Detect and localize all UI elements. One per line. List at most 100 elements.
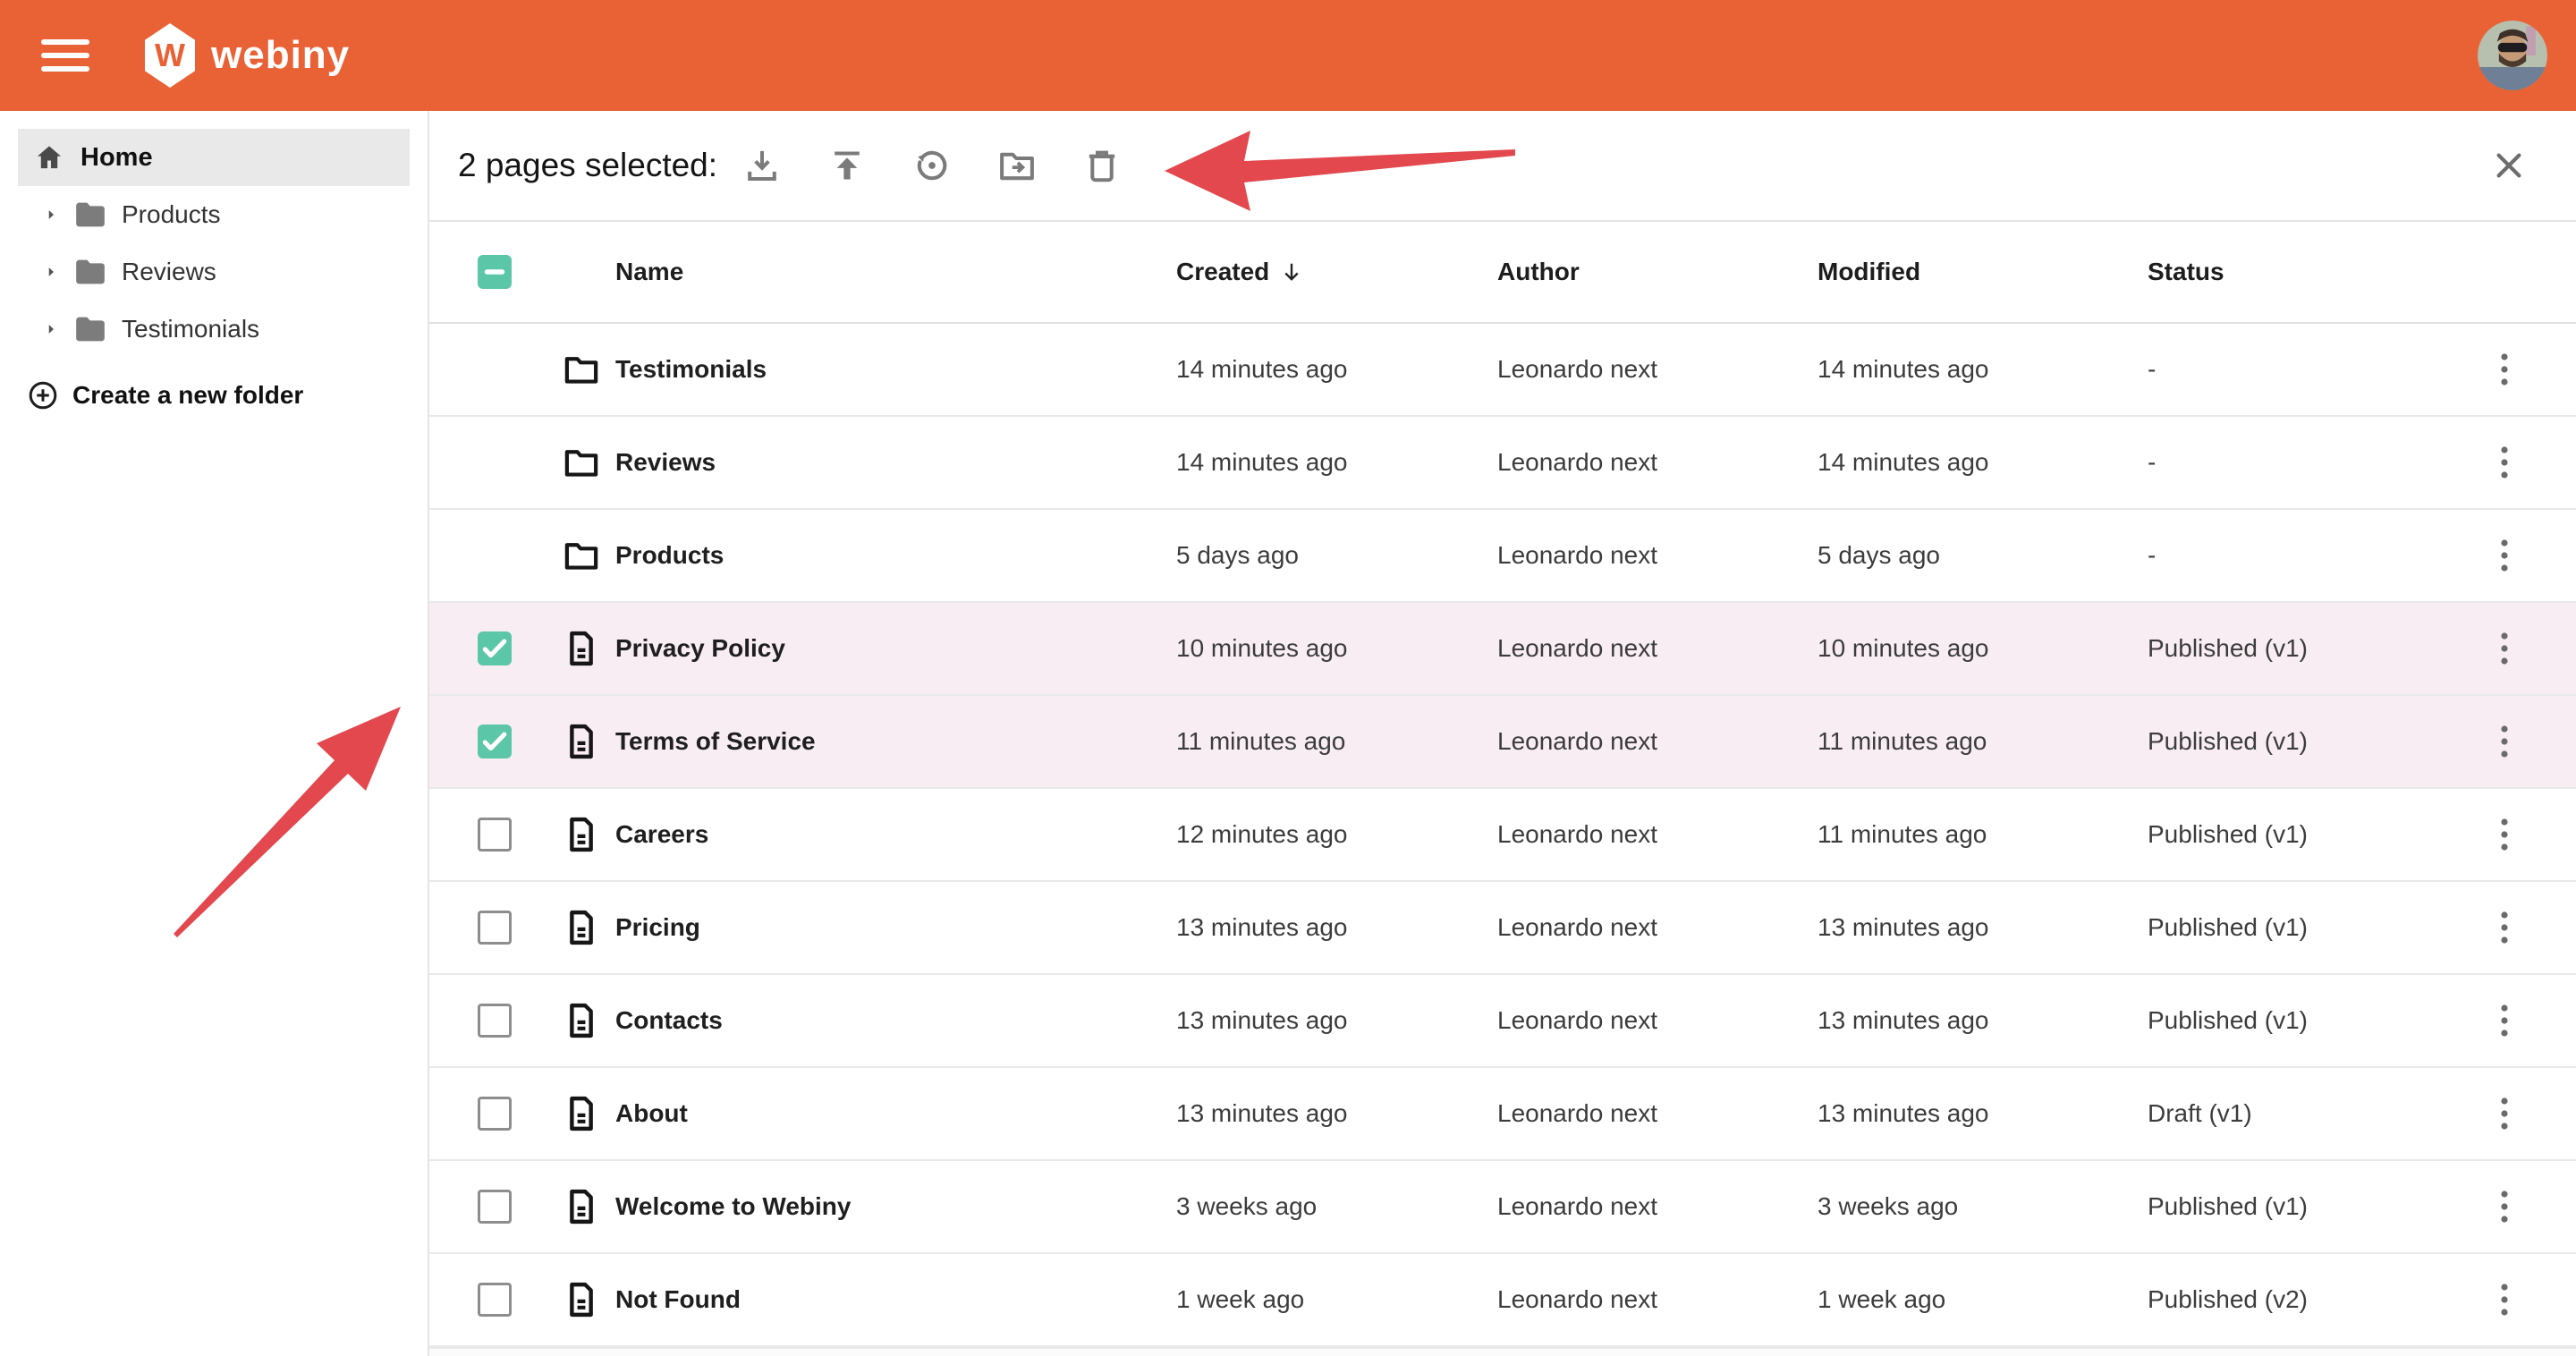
row-menu-button[interactable] — [2483, 1278, 2526, 1321]
row-checkbox[interactable] — [478, 1004, 512, 1038]
row-checkbox[interactable] — [478, 818, 512, 852]
row-checkbox[interactable] — [478, 1283, 512, 1317]
column-header-name[interactable]: Name — [615, 258, 683, 286]
sidebar-home-label: Home — [80, 143, 153, 173]
chevron-right-icon[interactable] — [43, 207, 59, 223]
sidebar-folder-label: Testimonials — [122, 315, 259, 343]
move-to-folder-button[interactable] — [996, 145, 1038, 186]
kebab-menu-icon — [2483, 627, 2526, 670]
table-row[interactable]: Contacts 13 minutes ago Leonardo next 13… — [429, 975, 2576, 1068]
row-status: - — [2148, 448, 2156, 477]
sidebar-item-testimonials[interactable]: Testimonials — [0, 301, 428, 358]
download-button[interactable] — [741, 145, 783, 186]
publish-button[interactable] — [826, 145, 868, 186]
restore-button[interactable] — [911, 145, 953, 186]
folder-icon — [72, 311, 108, 347]
folder-icon — [72, 254, 108, 290]
row-checkbox[interactable] — [478, 1190, 512, 1224]
row-modified: 13 minutes ago — [1818, 1099, 1988, 1128]
row-name[interactable]: Reviews — [615, 448, 716, 477]
table-row[interactable]: Privacy Policy 10 minutes ago Leonardo n… — [429, 603, 2576, 696]
table-row[interactable]: Welcome to Webiny 3 weeks ago Leonardo n… — [429, 1161, 2576, 1254]
close-selection-button[interactable] — [2490, 147, 2528, 184]
row-name[interactable]: Terms of Service — [615, 727, 816, 756]
table-row[interactable]: About 13 minutes ago Leonardo next 13 mi… — [429, 1068, 2576, 1161]
webiny-logo: W webiny — [145, 23, 350, 88]
row-author: Leonardo next — [1497, 1099, 1657, 1128]
table-row[interactable]: Pricing 13 minutes ago Leonardo next 13 … — [429, 882, 2576, 975]
row-checkbox[interactable] — [478, 911, 512, 945]
table-row[interactable]: Not Found 1 week ago Leonardo next 1 wee… — [429, 1254, 2576, 1347]
row-author: Leonardo next — [1497, 727, 1657, 756]
row-checkbox-checked[interactable] — [478, 631, 512, 665]
row-author: Leonardo next — [1497, 820, 1657, 849]
table-row[interactable]: Careers 12 minutes ago Leonardo next 11 … — [429, 789, 2576, 882]
kebab-menu-icon — [2483, 348, 2526, 391]
row-name[interactable]: About — [615, 1099, 688, 1128]
table-row[interactable]: Reviews 14 minutes ago Leonardo next 14 … — [429, 417, 2576, 510]
column-header-created[interactable]: Created — [1176, 258, 1305, 286]
check-icon — [478, 631, 512, 665]
row-created: 1 week ago — [1176, 1285, 1304, 1314]
top-app-bar: W webiny — [0, 0, 2576, 111]
row-modified: 1 week ago — [1818, 1285, 1945, 1314]
page-icon — [562, 722, 601, 761]
column-header-author[interactable]: Author — [1497, 258, 1580, 286]
row-name[interactable]: Not Found — [615, 1285, 741, 1314]
row-checkbox[interactable] — [478, 1097, 512, 1131]
row-menu-button[interactable] — [2483, 720, 2526, 763]
plus-circle-icon — [27, 379, 59, 411]
row-name[interactable]: Products — [615, 541, 724, 570]
create-folder-label: Create a new folder — [72, 381, 303, 410]
row-menu-button[interactable] — [2483, 906, 2526, 949]
select-all-checkbox[interactable] — [478, 255, 512, 289]
sort-desc-icon[interactable] — [1278, 258, 1305, 285]
row-modified: 13 minutes ago — [1818, 913, 1988, 942]
row-menu-button[interactable] — [2483, 441, 2526, 484]
column-header-status[interactable]: Status — [2148, 258, 2224, 286]
table-row[interactable]: Products 5 days ago Leonardo next 5 days… — [429, 510, 2576, 603]
logo-letter: W — [155, 37, 185, 74]
row-menu-button[interactable] — [2483, 627, 2526, 670]
row-modified: 11 minutes ago — [1818, 820, 1987, 849]
row-status: - — [2148, 355, 2156, 384]
row-name[interactable]: Careers — [615, 820, 708, 849]
sidebar-item-home[interactable]: Home — [18, 129, 410, 186]
page-icon — [562, 1094, 601, 1133]
row-name[interactable]: Welcome to Webiny — [615, 1192, 851, 1221]
row-checkbox-checked[interactable] — [478, 725, 512, 759]
user-avatar[interactable] — [2478, 21, 2547, 90]
upload-icon — [826, 145, 868, 186]
table-row[interactable]: Testimonials 14 minutes ago Leonardo nex… — [429, 324, 2576, 417]
row-author: Leonardo next — [1497, 448, 1657, 477]
close-icon — [2490, 147, 2528, 184]
row-menu-button[interactable] — [2483, 1092, 2526, 1135]
delete-button[interactable] — [1081, 145, 1123, 186]
row-author: Leonardo next — [1497, 541, 1657, 570]
create-new-folder-button[interactable]: Create a new folder — [0, 369, 428, 422]
table-row[interactable]: Terms of Service 11 minutes ago Leonardo… — [429, 696, 2576, 789]
row-menu-button[interactable] — [2483, 348, 2526, 391]
row-name[interactable]: Testimonials — [615, 355, 767, 384]
row-menu-button[interactable] — [2483, 999, 2526, 1042]
chevron-right-icon[interactable] — [43, 321, 59, 337]
brand-name: webiny — [211, 33, 350, 78]
sidebar-item-reviews[interactable]: Reviews — [0, 243, 428, 301]
chevron-right-icon[interactable] — [43, 264, 59, 280]
row-menu-button[interactable] — [2483, 813, 2526, 856]
folder-icon — [72, 197, 108, 233]
row-name[interactable]: Contacts — [615, 1006, 723, 1035]
row-menu-button[interactable] — [2483, 534, 2526, 577]
column-header-modified[interactable]: Modified — [1818, 258, 1920, 286]
page-icon — [562, 629, 601, 668]
sidebar-item-products[interactable]: Products — [0, 186, 428, 243]
row-menu-button[interactable] — [2483, 1185, 2526, 1228]
kebab-menu-icon — [2483, 906, 2526, 949]
page-list-panel: 2 pages selected: Name Created Author Mo… — [429, 111, 2576, 1356]
row-status: Draft (v1) — [2148, 1099, 2252, 1128]
hamburger-menu-icon[interactable] — [41, 39, 89, 72]
kebab-menu-icon — [2483, 720, 2526, 763]
row-name[interactable]: Privacy Policy — [615, 634, 785, 663]
row-name[interactable]: Pricing — [615, 913, 700, 942]
row-status: Published (v1) — [2148, 913, 2308, 942]
